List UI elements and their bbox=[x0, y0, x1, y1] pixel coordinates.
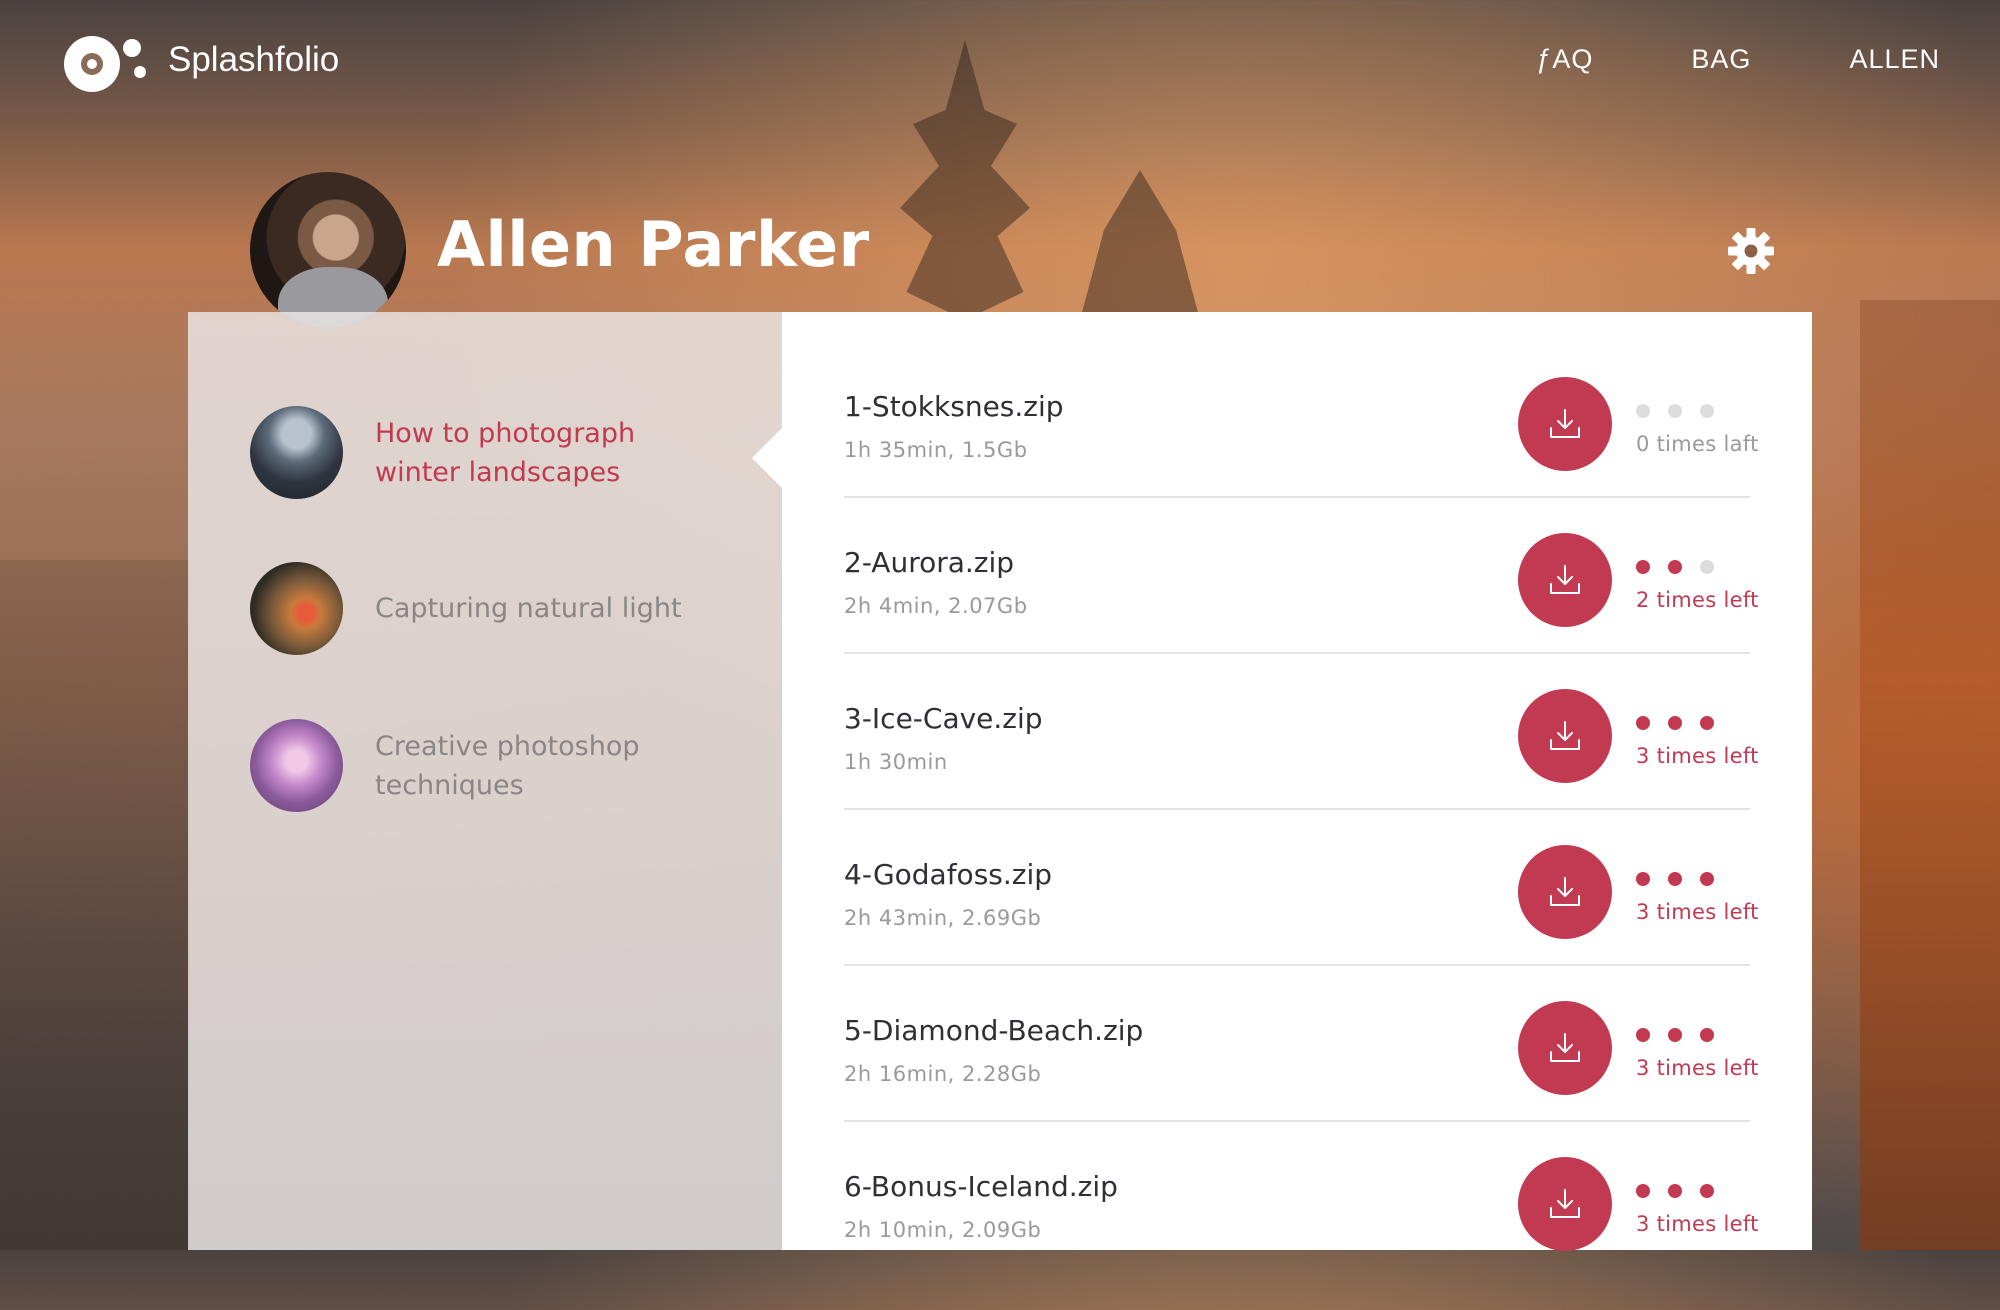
remaining-download-dot bbox=[1668, 1184, 1682, 1198]
download-count-dots bbox=[1636, 404, 1714, 418]
course-item-photoshop[interactable]: Creative photoshop techniques bbox=[250, 719, 695, 812]
file-meta: 2h 10min, 2.09Gb bbox=[844, 1218, 1042, 1242]
background-tree bbox=[1080, 170, 1200, 320]
splashfolio-logo-icon[interactable] bbox=[62, 30, 152, 96]
times-left-label: 2 times left bbox=[1636, 588, 1759, 612]
remaining-download-dot bbox=[1700, 1184, 1714, 1198]
download-icon bbox=[1550, 409, 1580, 438]
download-button[interactable] bbox=[1518, 845, 1612, 939]
remaining-download-dot bbox=[1636, 1028, 1650, 1042]
file-row: 3-Ice-Cave.zip 1h 30min 3 times left bbox=[844, 686, 1758, 842]
times-left-label: 3 times left bbox=[1636, 1212, 1759, 1236]
nav-user[interactable]: ALLEN bbox=[1849, 44, 1940, 75]
brand-name[interactable]: Splashfolio bbox=[168, 40, 339, 80]
remaining-download-dot bbox=[1700, 1028, 1714, 1042]
course-item-winter-landscapes[interactable]: How to photograph winter landscapes bbox=[250, 406, 695, 499]
download-count-dots bbox=[1636, 1184, 1714, 1198]
nav-faq[interactable]: ƒAQ bbox=[1536, 44, 1593, 75]
remaining-download-dot bbox=[1636, 1184, 1650, 1198]
download-count-dots bbox=[1636, 872, 1714, 886]
file-name: 6-Bonus-Iceland.zip bbox=[844, 1170, 1118, 1203]
download-icon bbox=[1550, 565, 1580, 594]
course-thumbnail bbox=[250, 562, 343, 655]
file-meta: 1h 35min, 1.5Gb bbox=[844, 438, 1028, 462]
download-icon bbox=[1550, 877, 1580, 906]
remaining-download-dot bbox=[1668, 560, 1682, 574]
background-tree bbox=[900, 40, 1030, 320]
active-course-pointer bbox=[752, 428, 782, 488]
nav-bag[interactable]: BAG bbox=[1691, 44, 1751, 75]
gear-icon[interactable] bbox=[1728, 228, 1774, 274]
row-divider bbox=[844, 808, 1750, 810]
download-button[interactable] bbox=[1518, 1157, 1612, 1251]
remaining-download-dot bbox=[1636, 716, 1650, 730]
file-meta: 1h 30min bbox=[844, 750, 948, 774]
download-count-dots bbox=[1636, 560, 1714, 574]
download-button[interactable] bbox=[1518, 1001, 1612, 1095]
background-cliff-right bbox=[1860, 300, 2000, 1250]
used-download-dot bbox=[1636, 404, 1650, 418]
course-title: Creative photoshop techniques bbox=[375, 730, 640, 801]
times-left-label: 3 times left bbox=[1636, 744, 1759, 768]
user-name: Allen Parker bbox=[437, 208, 870, 281]
file-meta: 2h 43min, 2.69Gb bbox=[844, 906, 1042, 930]
used-download-dot bbox=[1700, 404, 1714, 418]
times-left-label: 3 times left bbox=[1636, 900, 1759, 924]
file-row: 4-Godafoss.zip 2h 43min, 2.69Gb 3 times … bbox=[844, 842, 1758, 998]
file-name: 2-Aurora.zip bbox=[844, 546, 1015, 579]
avatar bbox=[250, 172, 406, 328]
file-name: 5-Diamond-Beach.zip bbox=[844, 1014, 1144, 1047]
row-divider bbox=[844, 652, 1750, 654]
download-count-dots bbox=[1636, 1028, 1714, 1042]
course-item-natural-light[interactable]: Capturing natural light bbox=[250, 562, 695, 655]
file-row: 2-Aurora.zip 2h 4min, 2.07Gb 2 times lef… bbox=[844, 530, 1758, 686]
used-download-dot bbox=[1668, 404, 1682, 418]
row-divider bbox=[844, 496, 1750, 498]
remaining-download-dot bbox=[1700, 872, 1714, 886]
times-left-label: 0 times laft bbox=[1636, 432, 1759, 456]
download-icon bbox=[1550, 721, 1580, 750]
file-name: 3-Ice-Cave.zip bbox=[844, 702, 1043, 735]
download-button[interactable] bbox=[1518, 689, 1612, 783]
remaining-download-dot bbox=[1636, 560, 1650, 574]
file-row: 1-Stokksnes.zip 1h 35min, 1.5Gb 0 times … bbox=[844, 374, 1758, 530]
download-button[interactable] bbox=[1518, 533, 1612, 627]
row-divider bbox=[844, 964, 1750, 966]
course-thumbnail bbox=[250, 719, 343, 812]
row-divider bbox=[844, 1120, 1750, 1122]
download-icon bbox=[1550, 1033, 1580, 1062]
file-name: 1-Stokksnes.zip bbox=[844, 390, 1064, 423]
remaining-download-dot bbox=[1668, 716, 1682, 730]
file-meta: 2h 4min, 2.07Gb bbox=[844, 594, 1028, 618]
times-left-label: 3 times left bbox=[1636, 1056, 1759, 1080]
remaining-download-dot bbox=[1700, 716, 1714, 730]
course-title: How to photograph winter landscapes bbox=[375, 417, 636, 488]
course-thumbnail bbox=[250, 406, 343, 499]
background-cliff-left bbox=[0, 560, 190, 1250]
file-meta: 2h 16min, 2.28Gb bbox=[844, 1062, 1042, 1086]
course-title: Capturing natural light bbox=[375, 593, 682, 624]
remaining-download-dot bbox=[1668, 1028, 1682, 1042]
file-row: 6-Bonus-Iceland.zip 2h 10min, 2.09Gb 3 t… bbox=[844, 1154, 1758, 1310]
download-icon bbox=[1550, 1189, 1580, 1218]
used-download-dot bbox=[1700, 560, 1714, 574]
remaining-download-dot bbox=[1668, 872, 1682, 886]
remaining-download-dot bbox=[1636, 872, 1650, 886]
file-name: 4-Godafoss.zip bbox=[844, 858, 1053, 891]
download-count-dots bbox=[1636, 716, 1714, 730]
top-nav: ƒAQ BAG ALLEN bbox=[1536, 44, 1940, 75]
download-button[interactable] bbox=[1518, 377, 1612, 471]
file-row: 5-Diamond-Beach.zip 2h 16min, 2.28Gb 3 t… bbox=[844, 998, 1758, 1154]
